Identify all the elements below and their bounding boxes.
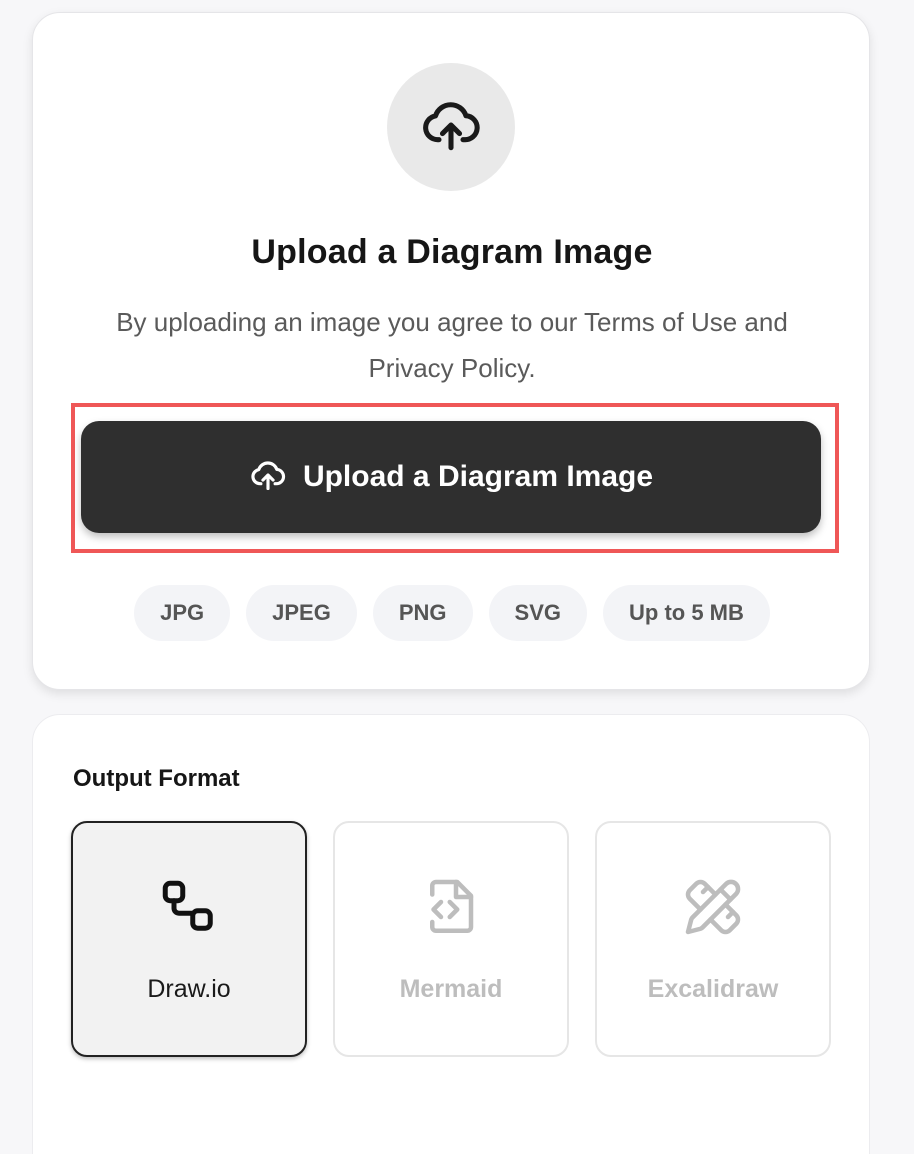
drawio-icon	[159, 875, 219, 939]
supported-formats: JPG JPEG PNG SVG Up to 5 MB	[33, 585, 871, 641]
upload-terms-text: By uploading an image you agree to our T…	[116, 307, 788, 383]
code-file-icon	[421, 875, 481, 939]
upload-diagram-button[interactable]: Upload a Diagram Image	[81, 421, 821, 533]
format-option-excalidraw[interactable]: Excalidraw	[595, 821, 831, 1057]
format-chip-jpeg: JPEG	[246, 585, 357, 641]
pencil-ruler-icon	[683, 875, 743, 939]
format-option-label: Draw.io	[147, 975, 231, 1003]
cloud-upload-icon	[419, 93, 483, 162]
format-option-label: Mermaid	[399, 975, 503, 1003]
cloud-upload-icon	[249, 456, 287, 494]
format-option-drawio[interactable]: Draw.io	[71, 821, 307, 1057]
format-option-mermaid[interactable]: Mermaid	[333, 821, 569, 1057]
output-format-card: Output Format Draw.io Mermaid Excalidraw	[32, 714, 870, 1154]
upload-circle[interactable]	[387, 63, 515, 191]
upload-card[interactable]: Upload a Diagram Image By uploading an i…	[32, 12, 870, 690]
format-chip-jpg: JPG	[134, 585, 231, 641]
upload-title: Upload a Diagram Image	[251, 233, 653, 271]
page: Upload a Diagram Image By uploading an i…	[0, 0, 914, 1154]
format-option-label: Excalidraw	[647, 975, 779, 1003]
format-chip-png: PNG	[372, 585, 473, 641]
file-size-limit-chip: Up to 5 MB	[603, 585, 770, 641]
output-format-title: Output Format	[73, 765, 240, 792]
upload-button-label: Upload a Diagram Image	[302, 460, 654, 493]
format-chip-svg: SVG	[488, 585, 587, 641]
